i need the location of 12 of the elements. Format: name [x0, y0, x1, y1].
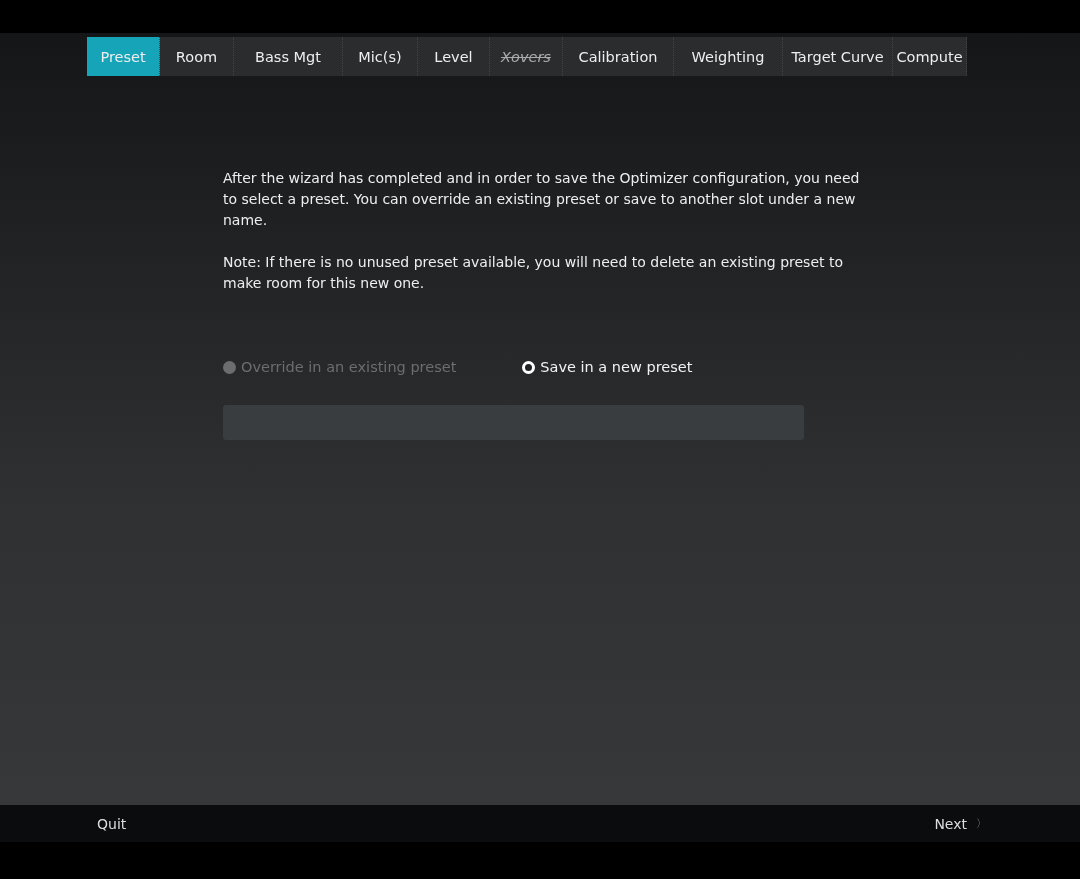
- wizard-tab[interactable]: Bass Mgt: [234, 37, 343, 76]
- wizard-tab[interactable]: Level: [418, 37, 490, 76]
- wizard-tab[interactable]: Calibration: [563, 37, 674, 76]
- wizard-tab[interactable]: Target Curve: [783, 37, 893, 76]
- instruction-text: Note: If there is no unused preset available, you will need to delete an existing preset to make room for this new one.: [223, 253, 844, 293]
- instruction-text: After the wizard has completed and in order to save the Optimizer configuration, you need to select a preset. You can override an existing preset or save to another slot under a new name.: [223, 169, 861, 230]
- wizard-tab[interactable]: Compute: [893, 37, 967, 76]
- next-button[interactable]: Next 〉: [934, 815, 987, 832]
- wizard-tab[interactable]: Weighting: [674, 37, 783, 76]
- quit-button[interactable]: Quit: [97, 815, 127, 832]
- wizard-tab[interactable]: Mic(s): [343, 37, 418, 76]
- wizard-tab[interactable]: Room: [160, 37, 234, 76]
